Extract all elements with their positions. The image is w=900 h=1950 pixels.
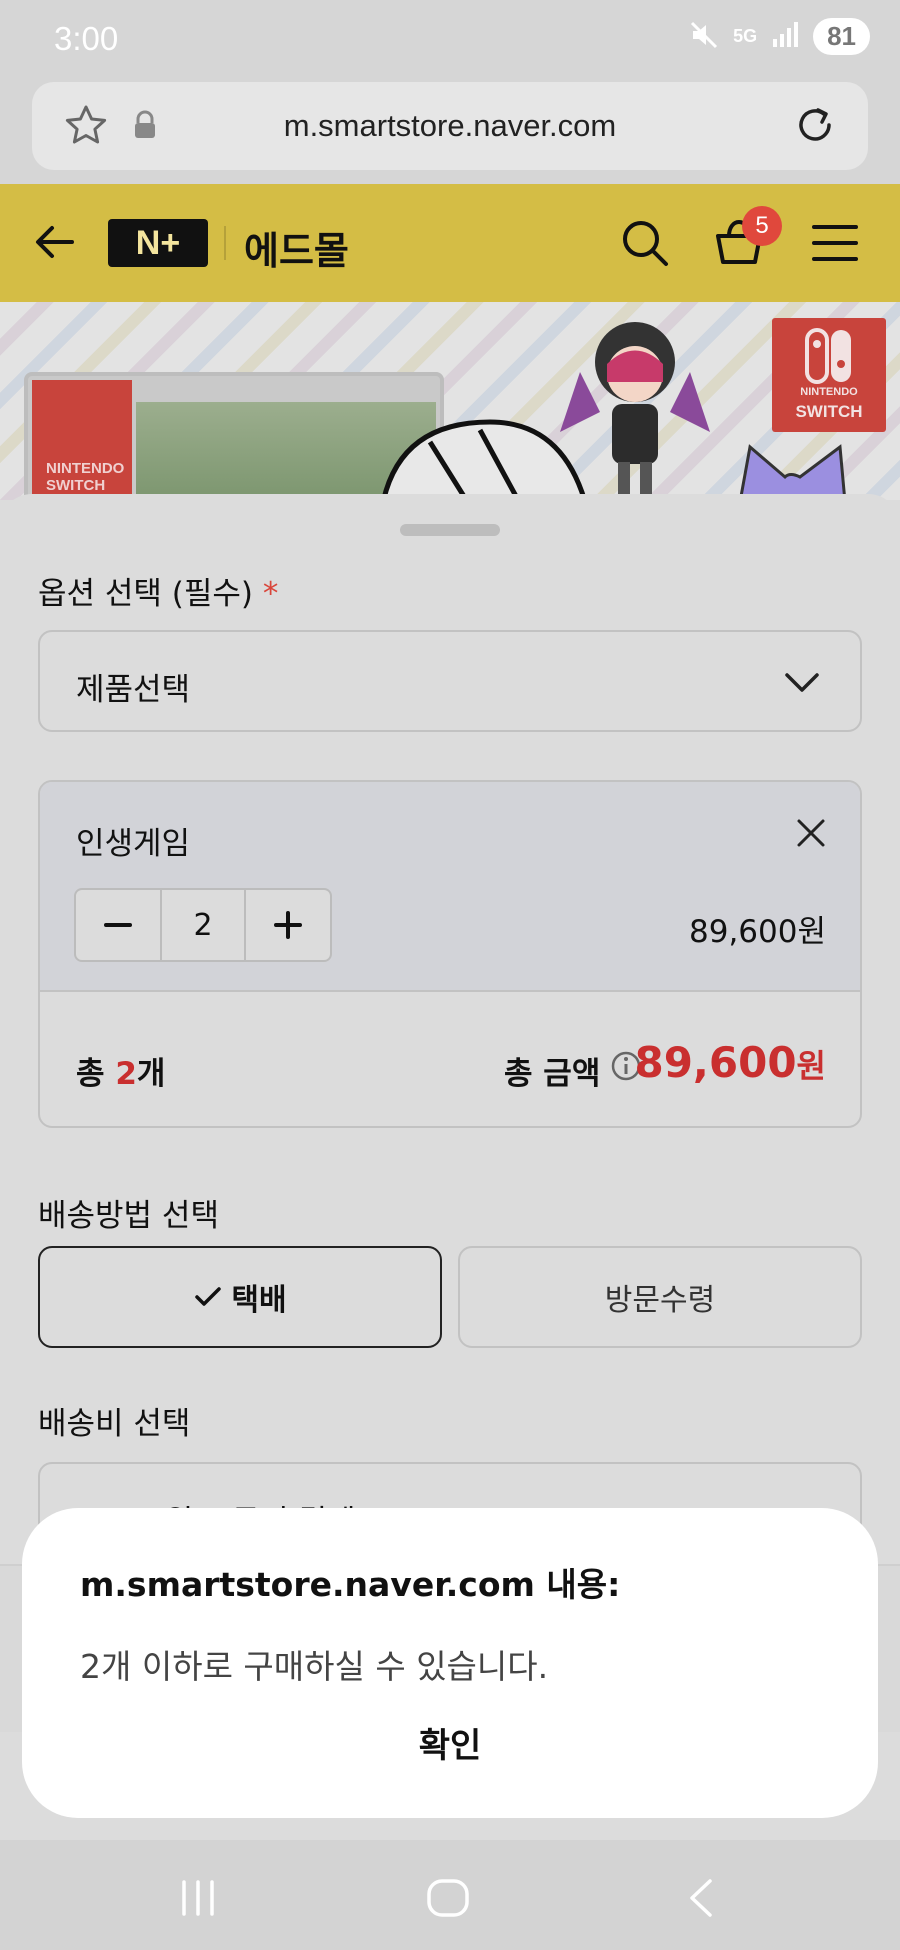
cat-ears-illustration	[738, 444, 847, 500]
total-count: 총 2개	[76, 1048, 165, 1093]
logo-text-nintendo: NINTENDO	[800, 386, 858, 398]
dialog-title: m.smartstore.naver.com 내용:	[80, 1565, 621, 1604]
alert-dialog: m.smartstore.naver.com 내용: 2개 이하로 구매하실 수…	[22, 1508, 878, 1818]
check-icon	[195, 1287, 222, 1306]
total-count-unit: 개	[136, 1056, 166, 1092]
option-section-label: 옵션 선택 (필수) *	[38, 568, 278, 613]
selected-product-name: 인생게임	[76, 826, 191, 862]
selected-option-card: 인생게임 2 89,600원 총 2개 총 금액 89,600원	[38, 780, 862, 1128]
sheet-drag-handle[interactable]	[400, 524, 500, 536]
home-icon[interactable]	[426, 1878, 470, 1922]
confirm-button[interactable]: 확인	[402, 1718, 498, 1770]
dialog-message: 2개 이하로 구매하실 수 있습니다.	[80, 1647, 549, 1686]
nintendo-switch-logo: NINTENDO SWITCH	[772, 318, 886, 432]
shipping-option-pickup[interactable]: 방문수령	[458, 1246, 862, 1348]
shipping-option-delivery[interactable]: 택배	[38, 1246, 442, 1348]
naver-plus-logo[interactable]: N+	[108, 219, 208, 267]
status-bar: 3:00 5G 81	[0, 0, 900, 80]
product-banner: NINTENDO SWITCH NINTENDO SWITCH	[0, 302, 900, 500]
search-icon[interactable]	[618, 216, 672, 274]
store-header: N+ 에드몰 5	[0, 184, 900, 302]
total-amount-value: 89,600	[634, 1038, 797, 1087]
increase-quantity-button[interactable]	[246, 890, 330, 960]
close-icon[interactable]	[796, 818, 826, 852]
signal-icon	[771, 21, 799, 53]
total-amount-label: 총 금액	[504, 1056, 601, 1092]
cart-count-badge: 5	[742, 206, 782, 246]
network-5g-icon: 5G	[733, 26, 758, 46]
header-divider	[224, 226, 226, 260]
recent-apps-icon[interactable]	[178, 1878, 218, 1922]
option-bottom-sheet: 옵션 선택 (필수) * 제품선택 인생게임 2 89,600원 총 2개 총 …	[0, 494, 900, 1572]
chevron-down-icon	[784, 668, 820, 700]
shipping-method-label: 배송방법 선택	[38, 1198, 219, 1234]
status-time: 3:00	[54, 20, 119, 57]
quantity-stepper: 2	[74, 888, 332, 962]
option-select-value: 제품선택	[76, 672, 191, 708]
product-option-select[interactable]: 제품선택	[38, 630, 862, 732]
total-amount: 89,600원	[634, 1038, 826, 1087]
back-icon[interactable]	[684, 1878, 716, 1922]
total-amount-unit: 원	[796, 1047, 826, 1085]
selected-option-row: 인생게임 2 89,600원	[40, 782, 860, 992]
hamburger-menu-icon[interactable]	[810, 218, 860, 272]
shipping-option-pickup-label: 방문수령	[604, 1283, 716, 1318]
url-text: m.smartstore.naver.com	[283, 108, 617, 143]
mute-icon	[689, 20, 719, 54]
store-name[interactable]: 에드몰	[244, 220, 349, 275]
shipping-fee-label: 배송비 선택	[38, 1406, 191, 1442]
reload-icon[interactable]	[792, 102, 838, 152]
shipping-option-delivery-label: 택배	[231, 1283, 287, 1318]
system-navigation-bar	[0, 1840, 900, 1950]
logo-text-switch: SWITCH	[795, 402, 863, 421]
total-count-value: 2	[115, 1056, 137, 1092]
total-count-prefix: 총	[76, 1056, 105, 1092]
plus-icon	[274, 911, 302, 939]
decrease-quantity-button[interactable]	[76, 890, 160, 960]
mascot-partial-illustration	[381, 419, 587, 500]
selected-item-price: 89,600원	[689, 914, 826, 950]
switch-box-side: NINTENDO SWITCH	[32, 380, 132, 500]
back-arrow-icon[interactable]	[32, 218, 80, 270]
quantity-value[interactable]: 2	[160, 890, 246, 960]
option-label-text: 옵션 선택 (필수)	[38, 576, 254, 612]
address-bar[interactable]: m.smartstore.naver.com	[32, 82, 868, 170]
minus-icon	[104, 923, 132, 927]
box-brand-text: NINTENDO SWITCH	[46, 460, 125, 494]
required-mark: *	[262, 576, 279, 612]
browser-toolbar: m.smartstore.naver.com	[0, 80, 900, 184]
battery-indicator: 81	[813, 18, 870, 55]
